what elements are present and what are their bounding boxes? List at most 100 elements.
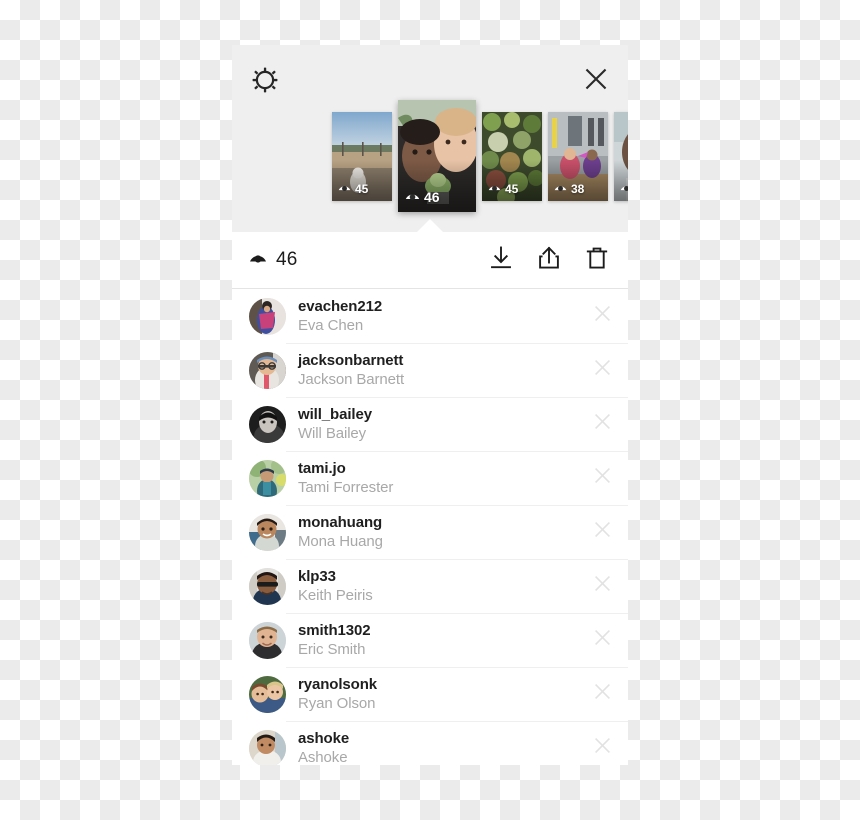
viewer-info: jacksonbarnett Jackson Barnett bbox=[298, 352, 404, 389]
viewer-fullname: Keith Peiris bbox=[298, 586, 373, 604]
viewer-username: klp33 bbox=[298, 567, 336, 585]
viewer-username: jacksonbarnett bbox=[298, 351, 404, 369]
avatar bbox=[249, 297, 286, 335]
viewer-info: ryanolsonk Ryan Olson bbox=[298, 676, 377, 713]
viewer-info: klp33 Keith Peiris bbox=[298, 568, 373, 605]
viewer-info: evachen212 Eva Chen bbox=[298, 298, 382, 335]
close-icon bbox=[594, 575, 611, 597]
selected-thumbnail-pointer bbox=[232, 218, 628, 232]
story-toolbar: 46 bbox=[232, 232, 628, 289]
viewer-username: tami.jo bbox=[298, 459, 346, 477]
thumbnail-view-count: 45 bbox=[338, 182, 368, 196]
viewer-info: ashoke Ashoke bbox=[298, 730, 349, 766]
close-icon bbox=[594, 359, 611, 381]
toolbar-actions bbox=[486, 245, 612, 275]
download-button[interactable] bbox=[486, 245, 516, 275]
view-count-value: 38 bbox=[571, 181, 585, 196]
viewer-fullname: Ryan Olson bbox=[298, 694, 376, 712]
thumbnail-view-count: 3 bbox=[620, 182, 628, 196]
gear-icon bbox=[252, 67, 278, 98]
close-icon bbox=[594, 413, 611, 435]
thumbnail-view-count: 38 bbox=[554, 182, 584, 196]
viewer-fullname: Eric Smith bbox=[298, 640, 366, 658]
story-thumbnail[interactable]: 3 bbox=[614, 111, 628, 201]
viewer-username: ashoke bbox=[298, 729, 350, 747]
delete-button[interactable] bbox=[582, 245, 612, 275]
view-count-value: 45 bbox=[355, 181, 369, 196]
story-thumbnail-strip[interactable]: 45 46 45 38 bbox=[332, 96, 628, 216]
story-thumbnail-selected[interactable]: 46 bbox=[398, 100, 476, 212]
viewer-fullname: Eva Chen bbox=[298, 316, 364, 334]
viewer-username: evachen212 bbox=[298, 297, 383, 315]
story-viewers-panel: 45 46 45 38 46 evachen212 Eva Chen jacks… bbox=[232, 45, 628, 765]
remove-viewer-button[interactable] bbox=[590, 628, 614, 652]
view-count-value: 46 bbox=[424, 189, 440, 205]
viewer-list[interactable]: evachen212 Eva Chen jacksonbarnett Jacks… bbox=[232, 289, 628, 765]
avatar bbox=[249, 405, 286, 443]
story-view-count: 46 bbox=[249, 249, 298, 271]
close-icon bbox=[594, 683, 611, 705]
eye-icon bbox=[554, 182, 567, 196]
eye-icon bbox=[620, 182, 628, 196]
viewer-fullname: Will Bailey bbox=[298, 424, 367, 442]
remove-viewer-button[interactable] bbox=[590, 682, 614, 706]
remove-viewer-button[interactable] bbox=[590, 358, 614, 382]
view-count-value: 46 bbox=[276, 249, 298, 270]
viewer-info: monahuang Mona Huang bbox=[298, 514, 383, 551]
remove-viewer-button[interactable] bbox=[590, 304, 614, 328]
viewer-row[interactable]: ryanolsonk Ryan Olson bbox=[232, 667, 628, 721]
avatar bbox=[249, 621, 286, 659]
close-icon bbox=[584, 67, 608, 96]
avatar bbox=[249, 459, 286, 497]
story-thumbnail[interactable]: 45 bbox=[482, 111, 542, 201]
close-icon bbox=[594, 467, 611, 489]
share-icon bbox=[536, 245, 562, 276]
viewer-info: will_bailey Will Bailey bbox=[298, 406, 372, 443]
viewer-username: will_bailey bbox=[298, 405, 372, 423]
remove-viewer-button[interactable] bbox=[590, 520, 614, 544]
viewer-row[interactable]: will_bailey Will Bailey bbox=[232, 397, 628, 451]
eye-icon bbox=[488, 182, 501, 196]
avatar bbox=[249, 351, 286, 389]
remove-viewer-button[interactable] bbox=[590, 574, 614, 598]
viewer-row[interactable]: ashoke Ashoke bbox=[232, 721, 628, 765]
view-count-value: 45 bbox=[505, 181, 519, 196]
viewer-fullname: Tami Forrester bbox=[298, 478, 394, 496]
viewer-username: monahuang bbox=[298, 513, 383, 531]
avatar bbox=[249, 675, 286, 713]
viewer-username: smith1302 bbox=[298, 621, 371, 639]
viewer-fullname: Jackson Barnett bbox=[298, 370, 405, 388]
viewer-row[interactable]: evachen212 Eva Chen bbox=[232, 289, 628, 343]
thumbnail-view-count: 45 bbox=[488, 182, 518, 196]
story-thumbnail[interactable]: 45 bbox=[332, 111, 392, 201]
eye-icon bbox=[249, 249, 267, 271]
viewer-row[interactable]: jacksonbarnett Jackson Barnett bbox=[232, 343, 628, 397]
viewer-info: smith1302 Eric Smith bbox=[298, 621, 371, 659]
download-icon bbox=[488, 245, 514, 276]
close-icon bbox=[594, 737, 611, 759]
viewer-row[interactable]: monahuang Mona Huang bbox=[232, 505, 628, 559]
viewer-row[interactable]: tami.jo Tami Forrester bbox=[232, 451, 628, 505]
close-icon bbox=[594, 305, 611, 327]
settings-button[interactable] bbox=[250, 67, 280, 97]
viewer-row[interactable]: smith1302 Eric Smith bbox=[232, 613, 628, 667]
remove-viewer-button[interactable] bbox=[590, 466, 614, 490]
share-button[interactable] bbox=[534, 245, 564, 275]
eye-icon bbox=[405, 189, 420, 205]
close-panel-button[interactable] bbox=[580, 65, 612, 97]
remove-viewer-button[interactable] bbox=[590, 412, 614, 436]
thumbnail-view-count: 46 bbox=[405, 189, 440, 205]
viewer-username: ryanolsonk bbox=[298, 675, 378, 693]
viewer-fullname: Ashoke bbox=[298, 748, 348, 766]
close-icon bbox=[594, 521, 611, 543]
viewer-row[interactable]: klp33 Keith Peiris bbox=[232, 559, 628, 613]
remove-viewer-button[interactable] bbox=[590, 736, 614, 760]
close-icon bbox=[594, 629, 611, 651]
viewer-fullname: Mona Huang bbox=[298, 532, 383, 550]
eye-icon bbox=[338, 182, 351, 196]
avatar bbox=[249, 729, 286, 765]
story-thumbnail[interactable]: 38 bbox=[548, 111, 608, 201]
viewer-info: tami.jo Tami Forrester bbox=[298, 460, 393, 497]
avatar bbox=[249, 513, 286, 551]
avatar bbox=[249, 567, 286, 605]
